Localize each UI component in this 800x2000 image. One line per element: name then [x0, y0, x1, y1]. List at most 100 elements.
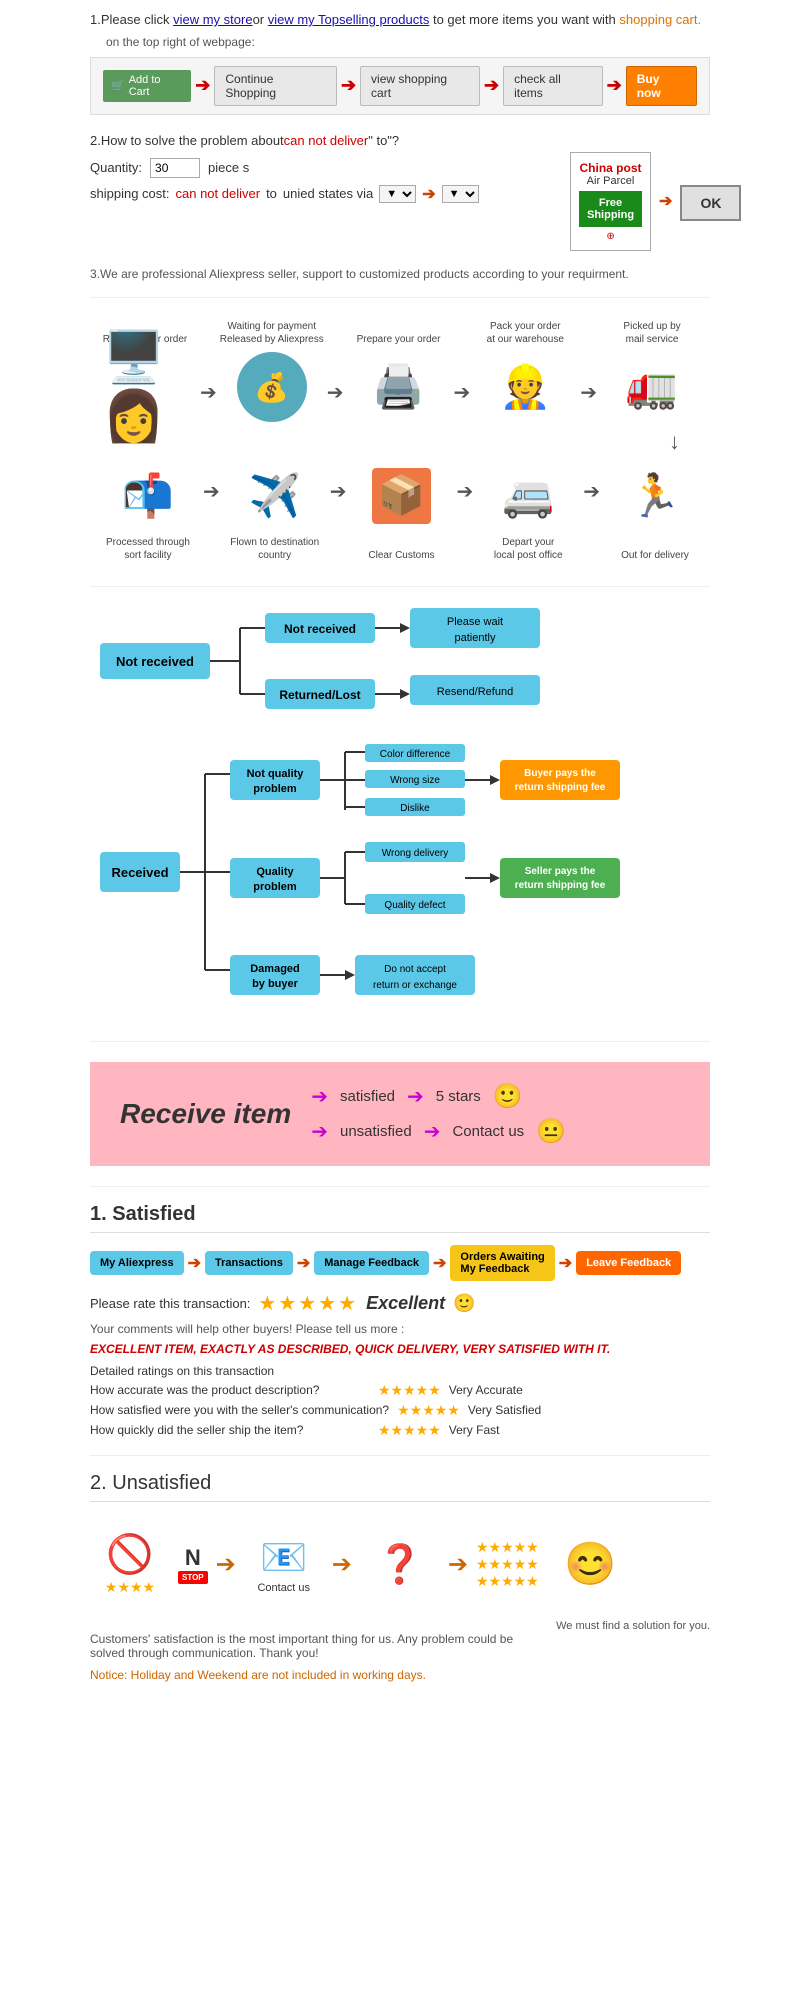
- divider1: [90, 297, 710, 298]
- svg-text:Quality defect: Quality defect: [384, 900, 445, 911]
- proc-icon-10: 📬: [105, 459, 190, 534]
- fb-step-5[interactable]: Leave Feedback: [576, 1251, 681, 1275]
- proc-item-10: 📬 Processed throughsort facility: [93, 459, 203, 566]
- fb-step-4[interactable]: Orders AwaitingMy Feedback: [450, 1245, 554, 1281]
- received-chart: Received Not quality problem Color diffe…: [90, 742, 710, 1025]
- fb-step-3[interactable]: Manage Feedback: [314, 1251, 429, 1275]
- rating-row-1: How accurate was the product description…: [90, 1382, 710, 1399]
- pieces-label: piece s: [208, 160, 249, 175]
- continue-shopping-btn[interactable]: Continue Shopping: [214, 66, 337, 106]
- svg-text:return or exchange: return or exchange: [373, 980, 457, 991]
- not-received-svg: Not received Not received Returned/Lost …: [90, 603, 690, 723]
- rating-row-3: How quickly did the seller ship the item…: [90, 1422, 710, 1439]
- shipping-label: shipping cost:: [90, 186, 170, 201]
- proc-icon-6: 🏃: [613, 459, 698, 534]
- satisfied-section: 1. Satisfied My Aliexpress ➔ Transaction…: [90, 1203, 710, 1439]
- view-cart-btn[interactable]: view shopping cart: [360, 66, 480, 106]
- rating3-value: Very Fast: [449, 1423, 500, 1437]
- proc-icon-8: 📦: [359, 459, 444, 534]
- proc-label-3: Prepare your order: [357, 318, 441, 346]
- svg-text:problem: problem: [253, 783, 297, 795]
- svg-text:Color difference: Color difference: [380, 749, 451, 760]
- section-2: 2.How to solve the problem aboutcan not …: [90, 131, 710, 251]
- fb-arrow1: ➔: [188, 1253, 201, 1273]
- proc-item-7: 🚐 Depart yourlocal post office: [473, 459, 583, 566]
- rating2-stars: ★★★★★: [397, 1402, 460, 1419]
- check-items-btn[interactable]: check all items: [503, 66, 603, 106]
- arrow4: ➔: [607, 75, 622, 96]
- rating1-label: How accurate was the product description…: [90, 1383, 370, 1397]
- unsat-flow: 🚫 ★★★★ N STOP ➔ 📧 Contact us ➔ ❓ ➔ ★★★★★…: [90, 1514, 710, 1616]
- unsatisfied-section: 2. Unsatisfied 🚫 ★★★★ N STOP ➔ 📧 Contact…: [90, 1472, 710, 1682]
- stars-excellent: ★★★★★: [258, 1291, 358, 1316]
- buy-now-btn[interactable]: Buy now: [626, 66, 697, 106]
- divider2: [90, 586, 710, 587]
- svg-text:Dislike: Dislike: [400, 803, 430, 814]
- view-topselling-link[interactable]: view my Topselling products: [268, 12, 430, 27]
- arrow1: ➔: [195, 75, 210, 96]
- arrow-unsatisfied: ➔: [311, 1119, 328, 1144]
- svg-text:Please wait: Please wait: [447, 616, 503, 628]
- rate-label: Please rate this transaction:: [90, 1296, 250, 1311]
- proc-icon-1: 🖥️👩: [103, 350, 188, 425]
- arrow-unsat3: ➔: [448, 1550, 468, 1579]
- proc-arrow-8: ➔: [203, 459, 220, 524]
- detailed-label: Detailed ratings on this transaction: [90, 1364, 710, 1378]
- proc-label-7: Depart yourlocal post office: [494, 534, 563, 562]
- step2-header: 2.How to solve the problem aboutcan not …: [90, 131, 710, 152]
- proc-arrow-2: ➔: [327, 380, 344, 425]
- fb-step-1[interactable]: My Aliexpress: [90, 1251, 184, 1275]
- svg-text:patiently: patiently: [455, 632, 496, 644]
- shipping-dropdown[interactable]: ▼: [379, 185, 416, 203]
- rating1-stars: ★★★★★: [378, 1382, 441, 1399]
- proc-arrow-5: ➔: [583, 459, 600, 524]
- comments-text: Your comments will help other buyers! Pl…: [90, 1322, 710, 1336]
- shopping-cart-link[interactable]: shopping cart.: [619, 12, 701, 27]
- cart-steps-bar: 🛒 Add to Cart ➔ Continue Shopping ➔ view…: [90, 57, 710, 115]
- arrow2: ➔: [341, 75, 356, 96]
- rating3-label: How quickly did the seller ship the item…: [90, 1423, 370, 1437]
- option-dropdown[interactable]: ▼: [442, 185, 479, 203]
- notice-text: Notice: Holiday and Weekend are not incl…: [90, 1668, 536, 1682]
- svg-text:return shipping fee: return shipping fee: [515, 782, 606, 793]
- proc-label-9: Flown to destinationcountry: [230, 534, 319, 562]
- proc-arrow-3: ➔: [454, 380, 471, 425]
- qty-input[interactable]: [150, 158, 200, 178]
- svg-text:Not quality: Not quality: [247, 768, 305, 780]
- fb-step-2[interactable]: Transactions: [205, 1251, 293, 1275]
- proc-icon-5: 🚛: [610, 350, 695, 425]
- divider4: [90, 1186, 710, 1187]
- main-note: Customers' satisfaction is the most impo…: [90, 1632, 536, 1660]
- arrow-shipping: ➔: [422, 184, 435, 204]
- proc-icon-7: 🚐: [486, 459, 571, 534]
- happy-emoji: 😊: [564, 1540, 616, 1589]
- outcome-satisfied: ➔ satisfied ➔ 5 stars 🙂: [311, 1082, 566, 1111]
- receive-title: Receive item: [120, 1098, 291, 1130]
- via-text: unied states via: [283, 186, 373, 201]
- svg-text:Damaged: Damaged: [250, 963, 300, 975]
- proc-icon-3: 🖨️: [356, 350, 441, 425]
- qty-row: Quantity: piece s: [90, 158, 550, 178]
- proc-item-9: ✈️ Flown to destinationcountry: [220, 459, 330, 566]
- add-to-cart-label: Add to Cart: [129, 74, 184, 98]
- svg-text:problem: problem: [253, 881, 297, 893]
- fb-arrow2: ➔: [297, 1253, 310, 1273]
- proc-icon-2: 💰: [229, 350, 314, 425]
- svg-text:Do not accept: Do not accept: [384, 964, 446, 975]
- view-store-link[interactable]: view my store: [173, 12, 252, 27]
- add-to-cart-icon: 🛒 Add to Cart: [103, 70, 191, 102]
- air-parcel-label: Air Parcel: [579, 175, 642, 187]
- cannot-deliver-text: can not deliver: [284, 133, 369, 148]
- shipping-row: shipping cost: can not deliver to unied …: [90, 184, 550, 204]
- section2-container: Quantity: piece s shipping cost: can not…: [90, 152, 710, 251]
- process-row2: 🏃 Out for delivery ➔ 🚐 Depart yourlocal …: [90, 459, 710, 566]
- svg-text:Not received: Not received: [116, 654, 194, 669]
- emoji-excellent: 🙂: [453, 1293, 475, 1314]
- svg-text:return shipping fee: return shipping fee: [515, 880, 606, 891]
- stars-outcome: ★★★★★ ★★★★★ ★★★★★: [476, 1530, 556, 1600]
- svg-text:Wrong size: Wrong size: [390, 775, 440, 786]
- ok-button[interactable]: OK: [680, 185, 741, 221]
- svg-text:Wrong delivery: Wrong delivery: [382, 848, 449, 859]
- arrow-5stars: ➔: [407, 1084, 424, 1109]
- emoji-happy: 🙂: [493, 1082, 523, 1111]
